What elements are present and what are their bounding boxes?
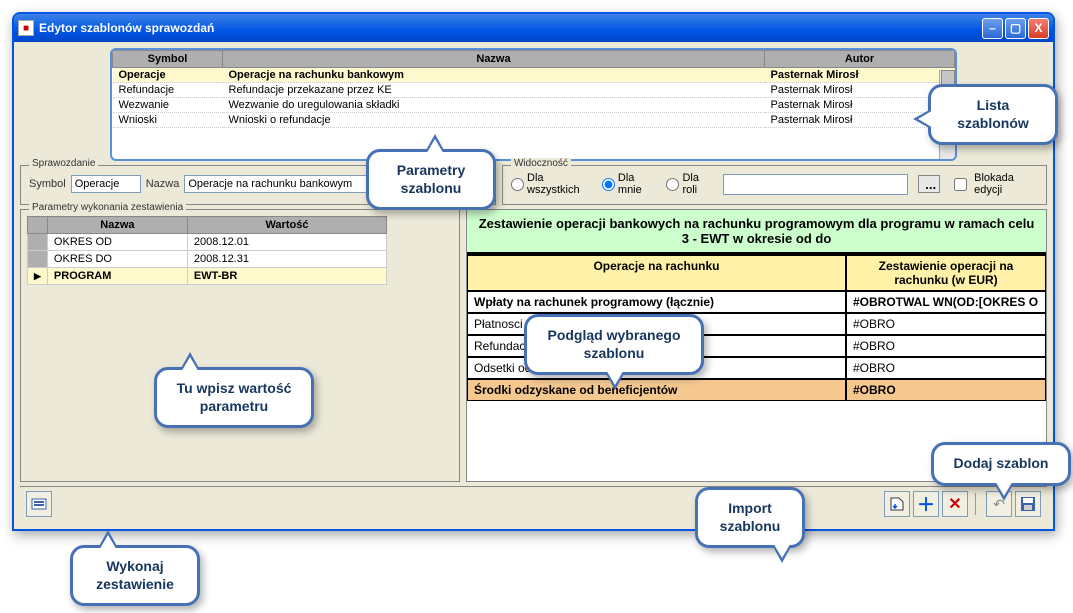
delete-template-button[interactable]: ✕ (942, 491, 968, 517)
params-group: Parametry wykonania zestawienia Nazwa Wa… (20, 209, 460, 482)
cell-nazwa: Wnioski o refundacje (223, 113, 765, 128)
preview-head-right: Zestawienie operacji na rachunku (w EUR) (846, 255, 1046, 291)
col-param-nazwa[interactable]: Nazwa (47, 217, 187, 234)
cell-symbol: Wnioski (113, 113, 223, 128)
close-button[interactable]: X (1028, 18, 1049, 39)
app-icon: ■ (18, 20, 34, 36)
bottom-toolbar: ＋ ✕ ↶ (20, 486, 1047, 523)
cell-symbol: Wezwanie (113, 98, 223, 113)
row-marker (28, 268, 48, 285)
maximize-button[interactable]: ▢ (1005, 18, 1026, 39)
templates-list[interactable]: Symbol Nazwa Autor OperacjeOperacje na r… (110, 48, 957, 161)
cell-autor: Pasternak Mirosł (765, 68, 955, 83)
params-legend: Parametry wykonania zestawienia (29, 202, 186, 213)
params-table[interactable]: Nazwa Wartość OKRES OD2008.12.01OKRES DO… (27, 216, 387, 285)
col-autor[interactable]: Autor (765, 51, 955, 68)
table-row[interactable]: PROGRAMEWT-BR (28, 268, 387, 285)
lock-edit-checkbox[interactable]: Blokada edycji (950, 172, 1038, 196)
callout-dodaj: Dodaj szablon (931, 442, 1071, 486)
radio-me[interactable]: Dla mnie (602, 172, 657, 196)
add-template-button[interactable]: ＋ (913, 491, 939, 517)
cell-nazwa: Wezwanie do uregulowania składki (223, 98, 765, 113)
cell-nazwa: Refundacje przekazane przez KE (223, 83, 765, 98)
param-name: PROGRAM (47, 268, 187, 285)
table-row[interactable]: OKRES OD2008.12.01 (28, 234, 387, 251)
symbol-input[interactable] (71, 175, 141, 193)
preview-head-left: Operacje na rachunku (467, 255, 846, 291)
widocznosc-group: Widoczność Dla wszystkich Dla mnie Dla r… (502, 165, 1047, 205)
preview-row-value: #OBRO (846, 335, 1046, 357)
row-marker (28, 234, 48, 251)
preview-row-value: #OBRO (846, 379, 1046, 401)
cell-symbol: Refundacje (113, 83, 223, 98)
param-value[interactable]: EWT-BR (187, 268, 386, 285)
cell-autor: Pasternak Mirosł (765, 83, 955, 98)
table-row[interactable]: OperacjeOperacje na rachunku bankowymPas… (113, 68, 955, 83)
col-nazwa[interactable]: Nazwa (223, 51, 765, 68)
preview-row-value: #OBRO (846, 357, 1046, 379)
table-row[interactable]: WnioskiWnioski o refundacjePasternak Mir… (113, 113, 955, 128)
minimize-button[interactable]: – (982, 18, 1003, 39)
preview-row-value: #OBRO (846, 313, 1046, 335)
window-title: Edytor szablonów sprawozdań (39, 21, 980, 35)
preview-row-label: Środki odzyskane od beneficjentów (467, 379, 846, 401)
role-picker-button[interactable]: ... (918, 175, 940, 193)
callout-podglad: Podgląd wybranego szablonu (524, 314, 704, 375)
table-row[interactable]: WezwanieWezwanie do uregulowania składki… (113, 98, 955, 113)
symbol-label: Symbol (29, 178, 66, 190)
radio-all[interactable]: Dla wszystkich (511, 172, 592, 196)
cell-nazwa: Operacje na rachunku bankowym (223, 68, 765, 83)
widocznosc-legend: Widoczność (511, 158, 571, 169)
callout-import: Import szablonu (695, 487, 805, 548)
col-param-wartosc[interactable]: Wartość (187, 217, 386, 234)
table-row[interactable]: RefundacjeRefundacje przekazane przez KE… (113, 83, 955, 98)
titlebar: ■ Edytor szablonów sprawozdań – ▢ X (14, 14, 1053, 42)
radio-role[interactable]: Dla roli (666, 172, 712, 196)
param-name: OKRES OD (47, 234, 187, 251)
preview-title: Zestawienie operacji bankowych na rachun… (467, 210, 1046, 253)
execute-report-button[interactable] (26, 491, 52, 517)
callout-wykonaj: Wykonaj zestawienie (70, 545, 200, 606)
param-value[interactable]: 2008.12.01 (187, 234, 386, 251)
preview-row-label: Wpłaty na rachunek programowy (łącznie) (467, 291, 846, 313)
cell-symbol: Operacje (113, 68, 223, 83)
param-name: OKRES DO (47, 251, 187, 268)
row-marker (28, 251, 48, 268)
param-value[interactable]: 2008.12.31 (187, 251, 386, 268)
window: ■ Edytor szablonów sprawozdań – ▢ X Symb… (12, 12, 1055, 531)
callout-wpisz: Tu wpisz wartość parametru (154, 367, 314, 428)
nazwa-label: Nazwa (146, 178, 180, 190)
callout-lista: Lista szablonów (928, 84, 1058, 145)
import-template-button[interactable] (884, 491, 910, 517)
preview-row-value: #OBROTWAL WN(OD:[OKRES O (846, 291, 1046, 313)
role-input[interactable] (723, 174, 909, 195)
save-button[interactable] (1015, 491, 1041, 517)
sprawozdanie-legend: Sprawozdanie (29, 158, 98, 169)
callout-parametry: Parametry szablonu (366, 149, 496, 210)
col-symbol[interactable]: Symbol (113, 51, 223, 68)
table-row[interactable]: OKRES DO2008.12.31 (28, 251, 387, 268)
